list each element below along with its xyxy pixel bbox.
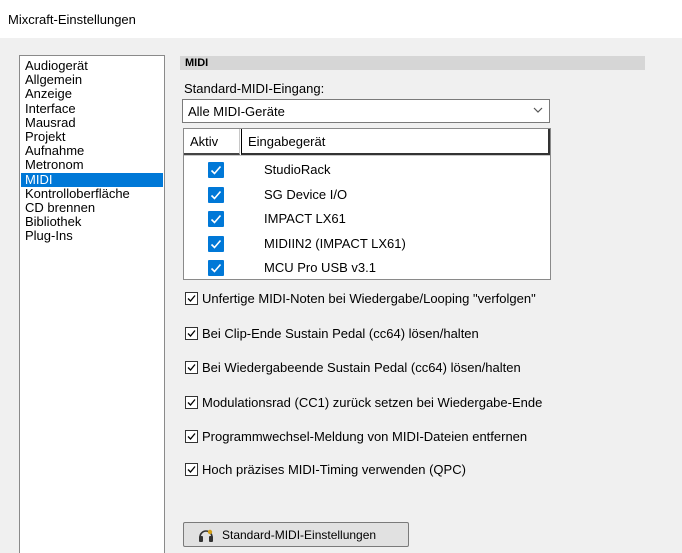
option-label: Hoch präzises MIDI-Timing verwenden (QPC… [202, 462, 466, 477]
title-bar: Mixcraft-Einstellungen [0, 0, 682, 38]
section-title: MIDI [185, 57, 209, 69]
sidebar-item[interactable]: Interface [21, 101, 163, 116]
option-label: Modulationsrad (CC1) zurück setzen bei W… [202, 395, 543, 410]
option-label: Bei Clip-Ende Sustain Pedal (cc64) lösen… [202, 326, 479, 341]
option-checkbox[interactable] [185, 396, 198, 409]
window-title: Mixcraft-Einstellungen [8, 12, 136, 27]
table-row[interactable]: StudioRack [184, 158, 550, 182]
table-row[interactable]: IMPACT LX61 [184, 207, 550, 231]
device-active-checkbox[interactable] [208, 186, 224, 203]
sidebar-item[interactable]: Mausrad [21, 115, 163, 130]
table-header: Aktiv Eingabegerät [184, 129, 550, 156]
sidebar-item[interactable]: MIDI [21, 172, 163, 187]
table-row[interactable]: MCU Pro USB v3.1 [184, 256, 550, 279]
chevron-down-icon [533, 107, 543, 113]
sidebar-item[interactable]: Kontrolloberfläche [21, 186, 163, 201]
option-checkbox[interactable] [185, 361, 198, 374]
option-checkbox[interactable] [185, 430, 198, 443]
headphones-icon [199, 529, 213, 542]
standard-midi-settings-button[interactable]: Standard-MIDI-Einstellungen [183, 522, 409, 547]
device-active-checkbox[interactable] [208, 211, 224, 227]
midi-input-value: Alle MIDI-Geräte [188, 104, 285, 119]
device-active-checkbox[interactable] [208, 162, 224, 178]
standard-midi-settings-label: Standard-MIDI-Einstellungen [222, 528, 377, 542]
option-checkbox[interactable] [185, 463, 198, 476]
midi-input-label: Standard-MIDI-Eingang: [184, 81, 325, 96]
sidebar-item[interactable]: Projekt [21, 129, 163, 144]
sidebar-item[interactable]: Allgemein [21, 73, 163, 87]
sidebar-item[interactable]: CD brennen [21, 200, 163, 215]
device-active-checkbox[interactable] [208, 260, 224, 276]
device-name: MIDIIN2 (IMPACT LX61) [264, 235, 406, 251]
option-label: Unfertige MIDI-Noten bei Wiedergabe/Loop… [202, 291, 536, 306]
midi-input-dropdown[interactable]: Alle MIDI-Geräte [182, 99, 550, 123]
sidebar-item[interactable]: Metronom [21, 158, 163, 172]
sidebar-item[interactable]: Bibliothek [21, 214, 163, 229]
option-label: Programmwechsel-Meldung von MIDI-Dateien… [202, 429, 528, 444]
column-header-device[interactable]: Eingabegerät [241, 129, 550, 155]
option-label: Bei Wiedergabeende Sustain Pedal (cc64) … [202, 360, 521, 375]
table-row[interactable]: MIDIIN2 (IMPACT LX61) [184, 232, 550, 256]
column-header-active[interactable]: Aktiv [184, 129, 240, 155]
device-name: MCU Pro USB v3.1 [264, 260, 376, 275]
option-checkbox[interactable] [185, 292, 198, 305]
sidebar-item[interactable]: Audiogerät [21, 58, 163, 73]
sidebar-item[interactable]: Plug-Ins [21, 229, 163, 243]
settings-category-list[interactable]: Audiogerät Allgemein Anzeige Interface Mausr… [19, 55, 165, 553]
device-name: SG Device I/O [264, 186, 348, 202]
sidebar-item[interactable]: Anzeige [21, 87, 163, 101]
option-checkbox[interactable] [185, 327, 198, 340]
device-name: StudioRack [264, 162, 331, 177]
midi-device-table[interactable]: Aktiv Eingabegerät StudioRack SG Device I… [183, 128, 551, 280]
section-header: MIDI [180, 56, 645, 70]
device-active-checkbox[interactable] [208, 235, 224, 252]
sidebar-item[interactable]: Aufnahme [21, 144, 163, 158]
table-row[interactable]: SG Device I/O [184, 183, 550, 207]
device-name: IMPACT LX61 [264, 211, 346, 226]
